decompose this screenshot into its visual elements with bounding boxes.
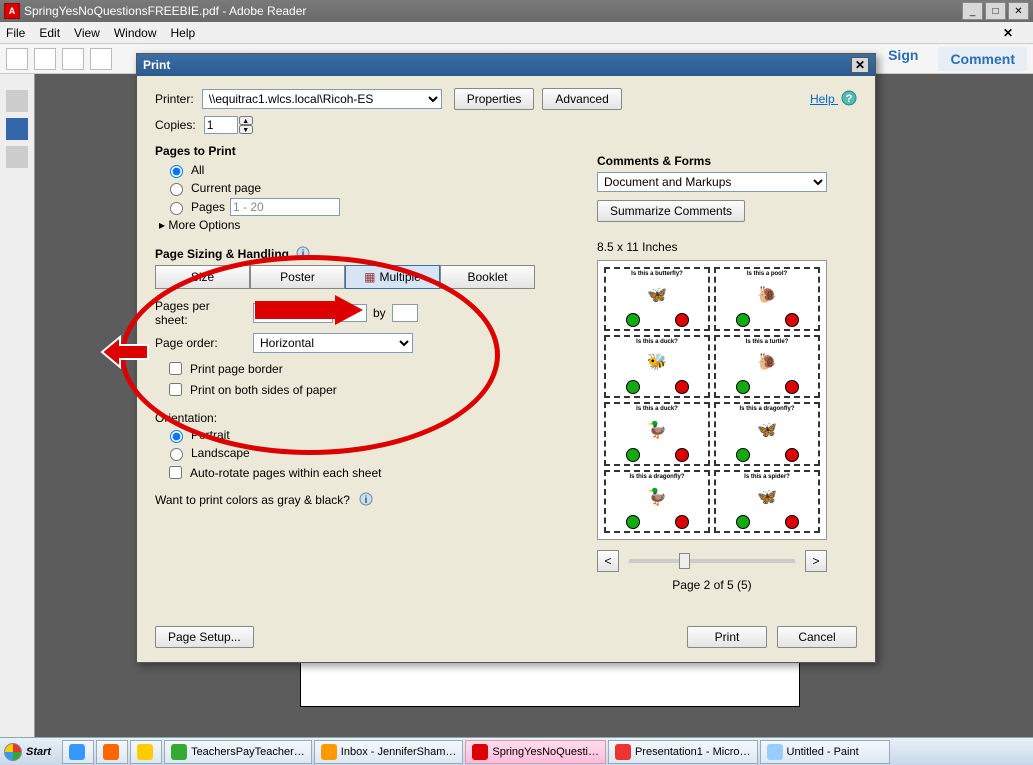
taskbar-item[interactable]: Untitled - Paint <box>760 740 890 764</box>
tab-size[interactable]: Size <box>155 265 250 289</box>
taskbar-item[interactable]: TeachersPayTeacher… <box>164 740 312 764</box>
svg-text:i: i <box>302 249 305 260</box>
preview-card: Is this a dragonfly?🦆 <box>604 470 710 534</box>
comments-forms-heading: Comments & Forms <box>597 154 857 168</box>
taskbar-item[interactable] <box>62 740 94 764</box>
app-icon <box>69 744 85 760</box>
comments-forms-select[interactable]: Document and Markups <box>597 172 827 192</box>
preview-card: Is this a pool?🐌 <box>714 267 820 331</box>
window-title: SpringYesNoQuestionsFREEBIE.pdf - Adobe … <box>24 4 306 18</box>
adobe-icon: A <box>4 3 20 19</box>
properties-button[interactable]: Properties <box>454 88 535 110</box>
menu-file[interactable]: File <box>6 26 25 40</box>
dialog-close-button[interactable]: ✕ <box>851 57 869 73</box>
comment-link[interactable]: Comment <box>938 47 1027 71</box>
bookmarks-icon[interactable] <box>6 118 28 140</box>
taskbar-item[interactable]: Presentation1 - Micro… <box>608 740 758 764</box>
taskbar: Start TeachersPayTeacher…Inbox - Jennife… <box>0 737 1033 765</box>
paper-size-label: 8.5 x 11 Inches <box>597 240 857 254</box>
taskbar-item[interactable]: Inbox - JenniferSham… <box>314 740 464 764</box>
left-nav-panel <box>0 74 35 737</box>
sign-link[interactable]: Sign <box>888 47 918 71</box>
page-order-label: Page order: <box>155 336 245 350</box>
menu-window[interactable]: Window <box>114 26 157 40</box>
check-page-border[interactable] <box>169 362 182 375</box>
preview-card: Is this a turtle?🐌 <box>714 335 820 399</box>
start-button[interactable]: Start <box>0 739 61 765</box>
copies-input[interactable] <box>204 116 238 134</box>
toolbar-btn-2[interactable] <box>34 48 56 70</box>
print-dialog: Print ✕ Help ? Printer: \\equitrac1.wlcs… <box>136 53 876 663</box>
help-link[interactable]: Help ? <box>810 90 857 106</box>
app-icon <box>615 744 631 760</box>
app-icon <box>137 744 153 760</box>
preview-card: Is this a duck?🦆 <box>604 402 710 466</box>
close-button[interactable]: ✕ <box>1008 2 1029 20</box>
toolbar-btn-1[interactable] <box>6 48 28 70</box>
pps-custom-w[interactable] <box>341 304 367 322</box>
printer-label: Printer: <box>155 92 194 106</box>
taskbar-item[interactable]: SpringYesNoQuesti… <box>465 740 606 764</box>
maximize-button[interactable]: □ <box>985 2 1006 20</box>
thumbnails-icon[interactable] <box>6 90 28 112</box>
pps-custom-h[interactable] <box>392 304 418 322</box>
radio-landscape[interactable] <box>170 448 183 461</box>
print-button[interactable]: Print <box>687 626 767 648</box>
doc-close-button[interactable]: ✕ <box>1003 26 1013 40</box>
svg-text:i: i <box>365 495 368 506</box>
cancel-button[interactable]: Cancel <box>777 626 857 648</box>
preview-card: Is this a duck?🐝 <box>604 335 710 399</box>
app-icon <box>321 744 337 760</box>
preview-card: Is this a butterfly?🦋 <box>604 267 710 331</box>
check-autorotate[interactable] <box>169 466 182 479</box>
radio-all[interactable] <box>170 165 183 178</box>
taskbar-item[interactable] <box>96 740 128 764</box>
radio-current[interactable] <box>170 183 183 196</box>
preview-page-info: Page 2 of 5 (5) <box>597 578 827 592</box>
dialog-titlebar: Print ✕ <box>137 54 875 76</box>
pages-per-sheet-select[interactable]: 4 <box>253 303 333 323</box>
app-titlebar: A SpringYesNoQuestionsFREEBIE.pdf - Adob… <box>0 0 1033 22</box>
app-icon <box>472 744 488 760</box>
print-preview: Is this a butterfly?🦋Is this a pool?🐌Is … <box>597 260 827 540</box>
taskbar-item[interactable] <box>130 740 162 764</box>
tab-multiple[interactable]: ▦Multiple <box>345 265 440 289</box>
app-icon <box>171 744 187 760</box>
radio-pages[interactable] <box>170 202 183 215</box>
windows-logo-icon <box>4 743 22 761</box>
menu-bar: File Edit View Window Help ✕ <box>0 22 1033 44</box>
app-icon <box>767 744 783 760</box>
preview-card: Is this a dragonfly?🦋 <box>714 402 820 466</box>
dialog-title: Print <box>143 58 170 72</box>
by-label: by <box>373 306 386 320</box>
app-icon <box>103 744 119 760</box>
attachments-icon[interactable] <box>6 146 28 168</box>
radio-portrait[interactable] <box>170 430 183 443</box>
minimize-button[interactable]: _ <box>962 2 983 20</box>
preview-slider[interactable] <box>629 559 795 563</box>
tab-poster[interactable]: Poster <box>250 265 345 289</box>
preview-card: Is this a spider?🦋 <box>714 470 820 534</box>
check-both-sides[interactable] <box>169 383 182 396</box>
preview-prev-button[interactable]: < <box>597 550 619 572</box>
menu-help[interactable]: Help <box>171 26 196 40</box>
tab-booklet[interactable]: Booklet <box>440 265 535 289</box>
toolbar-btn-3[interactable] <box>62 48 84 70</box>
svg-text:?: ? <box>846 93 853 105</box>
copies-up[interactable]: ▲ <box>239 116 253 125</box>
menu-edit[interactable]: Edit <box>39 26 60 40</box>
advanced-button[interactable]: Advanced <box>542 88 621 110</box>
pages-per-sheet-label: Pages per sheet: <box>155 299 245 327</box>
copies-down[interactable]: ▼ <box>239 125 253 134</box>
toolbar-btn-4[interactable] <box>90 48 112 70</box>
copies-label: Copies: <box>155 118 196 132</box>
more-options-toggle[interactable]: ▸ More Options <box>159 218 240 232</box>
printer-select[interactable]: \\equitrac1.wlcs.local\Ricoh-ES <box>202 89 442 109</box>
preview-next-button[interactable]: > <box>805 550 827 572</box>
pages-range-input[interactable] <box>230 198 340 216</box>
page-order-select[interactable]: Horizontal <box>253 333 413 353</box>
summarize-button[interactable]: Summarize Comments <box>597 200 745 222</box>
page-setup-button[interactable]: Page Setup... <box>155 626 254 648</box>
menu-view[interactable]: View <box>74 26 100 40</box>
